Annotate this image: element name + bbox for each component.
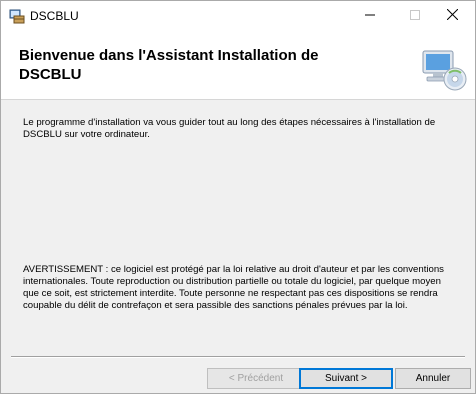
next-button[interactable]: Suivant > — [299, 368, 393, 389]
installer-window: DSCBLU Bienvenue dans l'Assistant Instal… — [0, 0, 476, 394]
intro-text: Le programme d'installation va vous guid… — [23, 117, 436, 140]
maximize-icon — [409, 7, 420, 25]
close-button[interactable] — [430, 1, 475, 31]
wizard-header: Bienvenue dans l'Assistant Installation … — [1, 31, 475, 100]
back-button[interactable]: < Précédent — [207, 368, 305, 389]
installer-app-icon — [9, 8, 25, 24]
minimize-icon — [364, 7, 375, 25]
close-icon — [446, 7, 459, 25]
footer-separator — [11, 356, 465, 358]
window-title: DSCBLU — [30, 9, 79, 23]
wizard-title: Bienvenue dans l'Assistant Installation … — [19, 47, 319, 83]
title-bar[interactable]: DSCBLU — [1, 1, 475, 31]
minimize-button[interactable] — [347, 1, 392, 31]
cancel-button[interactable]: Annuler — [395, 368, 471, 389]
copyright-warning-text: AVERTISSEMENT : ce logiciel est protégé … — [23, 264, 444, 311]
computer-disc-icon — [419, 45, 467, 93]
